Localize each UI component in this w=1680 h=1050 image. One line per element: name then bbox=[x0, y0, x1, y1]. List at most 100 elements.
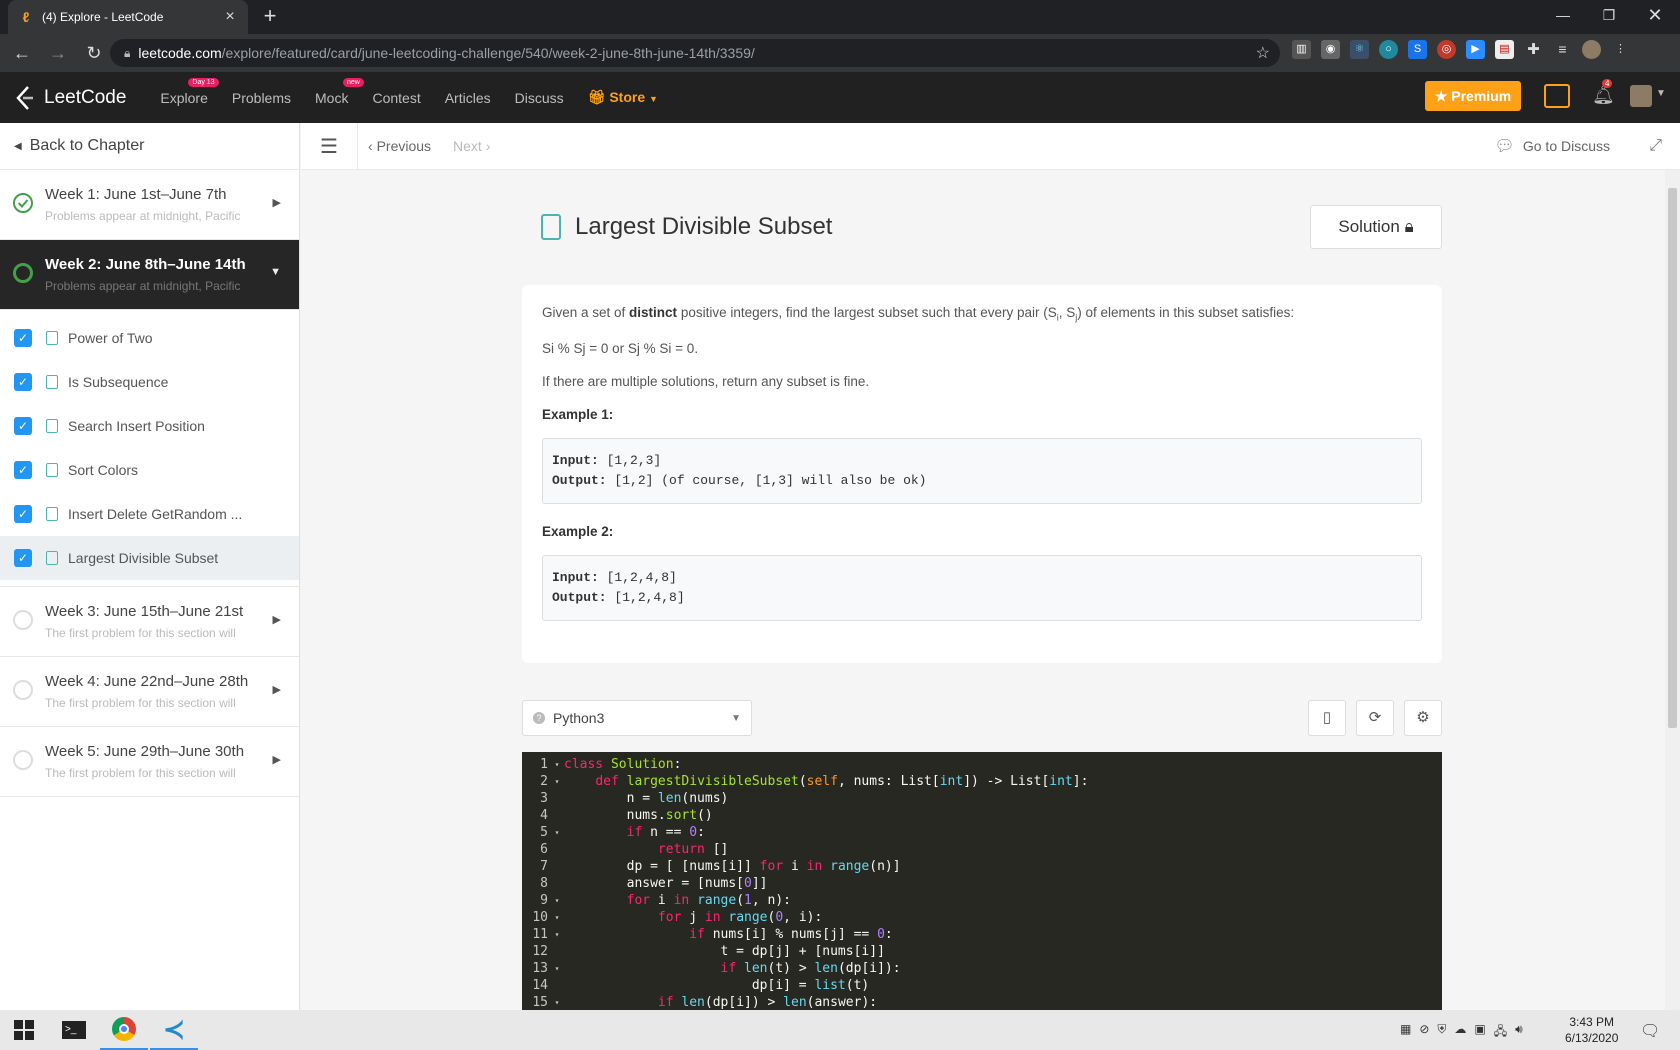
lesson-label: Largest Divisible Subset bbox=[68, 550, 219, 566]
lesson-item[interactable]: ✓ Search Insert Position bbox=[0, 404, 299, 448]
volume-icon[interactable]: 🔊︎ bbox=[1515, 1022, 1523, 1043]
language-select[interactable]: ? Python3 ▼ bbox=[522, 700, 752, 736]
clock-time: 3:43 PM bbox=[1569, 1015, 1615, 1029]
checkbox-checked-icon: ✓ bbox=[14, 505, 32, 523]
lesson-item-selected[interactable]: ✓ Largest Divisible Subset bbox=[0, 536, 299, 580]
problem-title: Largest Divisible Subset bbox=[541, 213, 832, 241]
system-clock[interactable]: 3:43 PM 6/13/2020 bbox=[1565, 1014, 1618, 1046]
notification-bell-icon[interactable]: 🔔︎ 4 bbox=[1592, 79, 1615, 106]
hamburger-menu-icon[interactable]: ☰ bbox=[311, 128, 347, 164]
browser-menu-icon[interactable]: ⋮ bbox=[1611, 40, 1630, 59]
scrollbar-thumb[interactable] bbox=[1668, 188, 1677, 728]
lock-icon: 🔒︎ bbox=[124, 45, 131, 60]
puzzle-extensions-icon[interactable]: ✚ bbox=[1524, 40, 1543, 59]
circle-extension-icon[interactable]: ○ bbox=[1379, 40, 1398, 59]
lesson-item[interactable]: ✓ Power of Two bbox=[0, 316, 299, 360]
lesson-item[interactable]: ✓ Is Subsequence bbox=[0, 360, 299, 404]
nav-store-label: Store bbox=[609, 89, 646, 105]
nav-problems[interactable]: Problems bbox=[232, 90, 291, 106]
page-scrollbar[interactable] bbox=[1665, 170, 1680, 1010]
tray-app-icon[interactable]: ▦ bbox=[1400, 1022, 1411, 1043]
network-icon[interactable]: 🖧︎ bbox=[1494, 1022, 1507, 1043]
restore-window-button[interactable]: ❐ bbox=[1586, 0, 1632, 30]
solution-button[interactable]: Solution 🔒︎ bbox=[1310, 205, 1442, 249]
premium-button[interactable]: ★ Premium bbox=[1425, 81, 1521, 111]
previous-button[interactable]: ‹ Previous bbox=[368, 138, 431, 154]
close-window-button[interactable]: ✕ bbox=[1632, 0, 1678, 30]
go-to-discuss-button[interactable]: 💬︎ Go to Discuss bbox=[1495, 136, 1610, 156]
terminal-app-icon[interactable]: >_ bbox=[50, 1010, 98, 1050]
media-queue-icon[interactable]: ≡ bbox=[1553, 40, 1572, 59]
code-editor[interactable]: 1 ▾ class Solution: 2 ▾ def largestDivisibl… bbox=[522, 752, 1442, 1010]
desc-text: Given a set of bbox=[542, 305, 630, 320]
sidebar-item-week-2[interactable]: Week 2: June 8th–June 14th Problems appe… bbox=[0, 240, 299, 310]
day-badge: Day 13 bbox=[188, 77, 219, 87]
notes-button[interactable]: ▯ bbox=[1308, 700, 1346, 736]
divider bbox=[357, 122, 358, 170]
s-extension-icon[interactable]: S bbox=[1408, 40, 1427, 59]
sidebar-item-week-3[interactable]: Week 3: June 15th–June 21st The first pr… bbox=[0, 587, 299, 657]
nav-store[interactable]: 🎁︎ Store ▼ bbox=[588, 89, 658, 106]
example-1-output: [1,2] (of course, [1,3] will also be ok) bbox=[614, 472, 927, 488]
windows-start-icon[interactable] bbox=[14, 1020, 34, 1040]
chevron-left-icon: ‹ bbox=[368, 138, 373, 154]
sidebar-item-week-4[interactable]: Week 4: June 22nd–June 28th The first pr… bbox=[0, 657, 299, 727]
back-arrow-icon[interactable]: ← bbox=[8, 39, 36, 67]
calendar-extension-icon[interactable]: ▤ bbox=[1495, 40, 1514, 59]
close-tab-icon[interactable]: × bbox=[222, 8, 238, 26]
user-avatar[interactable] bbox=[1630, 85, 1652, 107]
nav-discuss[interactable]: Discuss bbox=[515, 90, 564, 106]
minimize-window-button[interactable]: — bbox=[1540, 0, 1586, 30]
address-bar[interactable]: 🔒︎ leetcode.com /explore/featured/card/j… bbox=[110, 39, 1280, 67]
playground-icon[interactable] bbox=[1544, 84, 1570, 108]
action-center-icon[interactable]: 🗨︎ bbox=[1640, 1021, 1660, 1041]
week-subtitle: The first problem for this section will bbox=[45, 696, 236, 710]
profile-avatar[interactable] bbox=[1582, 40, 1601, 59]
onedrive-cloud-icon[interactable]: ☁ bbox=[1454, 1022, 1466, 1043]
forward-arrow-icon[interactable]: → bbox=[44, 39, 72, 67]
glasses-extension-icon[interactable]: ◎ bbox=[1437, 40, 1456, 59]
code-file-icon bbox=[541, 214, 561, 240]
chrome-app-icon[interactable] bbox=[100, 1010, 148, 1050]
lesson-item[interactable]: ✓ Insert Delete GetRandom ... bbox=[0, 492, 299, 536]
example-2-block: Input: [1,2,4,8] Output: [1,2,4,8] bbox=[542, 554, 1422, 621]
lesson-item[interactable]: ✓ Sort Colors bbox=[0, 448, 299, 492]
code-file-icon bbox=[46, 507, 58, 521]
nav-explore[interactable]: Explore Day 13 bbox=[160, 77, 219, 106]
caret-left-icon: ◀ bbox=[14, 140, 22, 152]
progress-circle-icon bbox=[13, 263, 33, 283]
file-code-icon: ▯ bbox=[1322, 709, 1332, 726]
next-button[interactable]: Next › bbox=[453, 138, 490, 154]
lesson-label: Is Subsequence bbox=[68, 374, 169, 390]
back-to-chapter-button[interactable]: ◀ Back to Chapter bbox=[0, 123, 299, 170]
reload-icon[interactable]: ↻ bbox=[80, 39, 108, 67]
lesson-list: ✓ Power of Two ✓ Is Subsequence ✓ Search In… bbox=[0, 310, 299, 587]
vscode-app-icon[interactable]: ≺ bbox=[150, 1010, 198, 1050]
bookmark-star-icon[interactable]: ☆ bbox=[1256, 43, 1270, 63]
back-to-chapter-label: Back to Chapter bbox=[29, 137, 145, 154]
shield-icon[interactable]: ⛨ bbox=[1437, 1022, 1446, 1043]
browser-tab[interactable]: ℓ (4) Explore - LeetCode × bbox=[8, 0, 248, 34]
caret-right-icon: ▶ bbox=[272, 754, 281, 766]
expand-icon[interactable]: ⤢ bbox=[1649, 137, 1662, 155]
settings-button[interactable]: ⚙ bbox=[1404, 700, 1442, 736]
camera-extension-icon[interactable]: ◉ bbox=[1321, 40, 1340, 59]
nav-mock[interactable]: Mock new bbox=[315, 77, 364, 106]
analytics-extension-icon[interactable]: ▥ bbox=[1292, 40, 1311, 59]
caret-down-icon: ▼ bbox=[270, 266, 281, 278]
reset-code-button[interactable]: ⟳ bbox=[1356, 700, 1394, 736]
zoom-extension-icon[interactable]: ▶ bbox=[1466, 40, 1485, 59]
leetcode-logo[interactable]: LeetCode bbox=[14, 85, 126, 111]
week-subtitle: Problems appear at midnight, Pacific bbox=[45, 209, 240, 223]
empty-circle-icon bbox=[13, 750, 33, 770]
nav-contest[interactable]: Contest bbox=[372, 90, 420, 106]
sidebar-item-week-1[interactable]: Week 1: June 1st–June 7th Problems appea… bbox=[0, 170, 299, 240]
sidebar-item-week-5[interactable]: Week 5: June 29th–June 30th The first pr… bbox=[0, 727, 299, 797]
new-tab-button[interactable]: + bbox=[258, 5, 282, 29]
nav-articles[interactable]: Articles bbox=[445, 90, 491, 106]
avatar-caret-icon[interactable]: ▼ bbox=[1656, 88, 1666, 99]
tray-link-icon[interactable]: ⊘ bbox=[1419, 1022, 1429, 1043]
display-icon[interactable]: ▣ bbox=[1474, 1022, 1485, 1043]
empty-circle-icon bbox=[13, 610, 33, 630]
react-extension-icon[interactable]: ⚛ bbox=[1350, 40, 1369, 59]
